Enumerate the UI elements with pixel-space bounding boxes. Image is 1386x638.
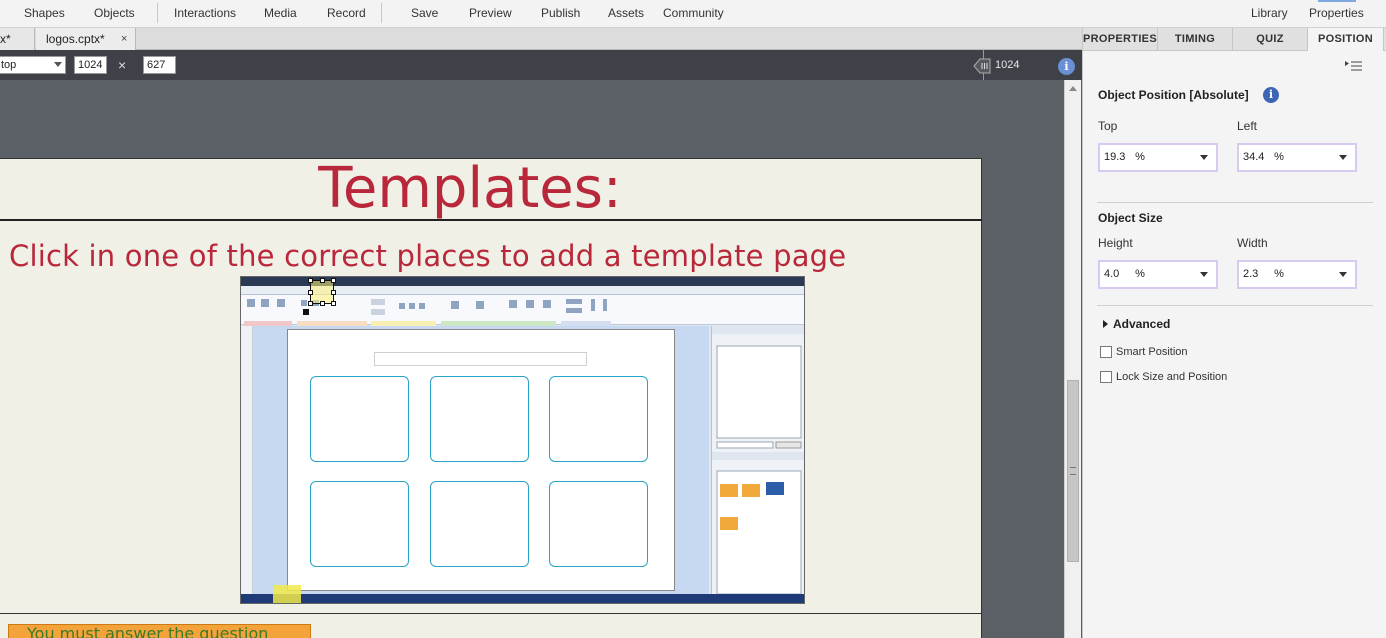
left-value: 34.4 bbox=[1243, 151, 1265, 163]
embedded-screenshot-image[interactable] bbox=[240, 276, 805, 604]
toolbar-divider bbox=[381, 3, 382, 23]
panel-menu-icon[interactable] bbox=[1345, 60, 1363, 72]
screenshot-statusbar bbox=[241, 594, 804, 603]
smart-position-label: Smart Position bbox=[1116, 346, 1188, 358]
smart-position-checkbox[interactable] bbox=[1100, 346, 1112, 358]
scroll-up-icon[interactable] bbox=[1069, 86, 1077, 91]
screenshot-page bbox=[287, 329, 675, 591]
object-position-title: Object Position [Absolute] bbox=[1098, 88, 1249, 102]
left-field[interactable]: 34.4 % bbox=[1237, 143, 1357, 172]
screenshot-grid-cell bbox=[310, 481, 409, 567]
expand-triangle-icon[interactable] bbox=[1103, 320, 1108, 328]
top-field[interactable]: 19.3 % bbox=[1098, 143, 1218, 172]
object-size-title: Object Size bbox=[1098, 211, 1163, 225]
toolbar-community[interactable]: Community bbox=[663, 6, 724, 20]
stage-options-bar: top 1024 × 627 1024 i bbox=[0, 50, 1082, 80]
screenshot-grid-cell bbox=[430, 481, 529, 567]
ruler-handle-icon[interactable] bbox=[972, 58, 992, 74]
width-unit: % bbox=[1274, 268, 1284, 280]
chevron-down-icon bbox=[54, 62, 62, 67]
slide-divider bbox=[0, 219, 982, 221]
width-value: 2.3 bbox=[1243, 268, 1259, 280]
screenshot-grid-cell bbox=[549, 481, 648, 567]
slide-title[interactable]: Templates: bbox=[0, 159, 940, 219]
top-unit: % bbox=[1135, 151, 1145, 163]
device-select-value: top bbox=[1, 59, 17, 71]
toolbar-preview[interactable]: Preview bbox=[469, 6, 512, 20]
stage-canvas: Templates: Click in one of the correct p… bbox=[0, 80, 1064, 638]
chevron-down-icon[interactable] bbox=[1200, 272, 1208, 277]
toolbar-save[interactable]: Save bbox=[411, 6, 438, 20]
top-label: Top bbox=[1098, 119, 1118, 133]
document-tab-label: x* bbox=[0, 32, 11, 46]
document-tab-label: logos.cptx* bbox=[46, 32, 105, 46]
chevron-down-icon[interactable] bbox=[1200, 155, 1208, 160]
grip-icon bbox=[1070, 467, 1076, 475]
toolbar-media[interactable]: Media bbox=[264, 6, 297, 20]
screenshot-side-panel bbox=[711, 326, 804, 595]
section-divider bbox=[1097, 305, 1373, 306]
times-icon: × bbox=[118, 57, 127, 73]
stage-width-input[interactable]: 1024 bbox=[74, 56, 107, 74]
toolbar-assets[interactable]: Assets bbox=[608, 6, 644, 20]
left-unit: % bbox=[1274, 151, 1284, 163]
properties-active-indicator bbox=[1318, 0, 1356, 2]
toolbar-divider bbox=[157, 3, 158, 23]
toolbar-properties[interactable]: Properties bbox=[1309, 6, 1364, 20]
screenshot-left-tools bbox=[241, 326, 253, 594]
screenshot-header-box bbox=[374, 352, 587, 366]
tab-properties[interactable]: PROPERTIES bbox=[1083, 28, 1158, 51]
screenshot-highlight bbox=[273, 585, 301, 603]
toolbar-record[interactable]: Record bbox=[327, 6, 366, 20]
toolbar-library[interactable]: Library bbox=[1251, 6, 1288, 20]
failure-caption[interactable]: You must answer the question bbox=[8, 624, 311, 638]
left-label: Left bbox=[1237, 119, 1258, 133]
height-value: 4.0 bbox=[1104, 268, 1120, 280]
tab-position[interactable]: POSITION bbox=[1308, 28, 1384, 51]
toolbar-publish[interactable]: Publish bbox=[541, 6, 580, 20]
advanced-toggle[interactable]: Advanced bbox=[1113, 317, 1170, 331]
slide: Templates: Click in one of the correct p… bbox=[0, 158, 982, 638]
panel-tab-bar: PROPERTIES TIMING QUIZ POSITION bbox=[1083, 28, 1386, 51]
slide-divider-bottom bbox=[0, 613, 982, 614]
tab-quiz[interactable]: QUIZ bbox=[1233, 28, 1308, 51]
stage-vertical-scrollbar[interactable] bbox=[1064, 80, 1081, 638]
ruler-value: 1024 bbox=[995, 59, 1020, 71]
height-unit: % bbox=[1135, 268, 1145, 280]
document-tab[interactable]: x* bbox=[0, 28, 35, 50]
stage-height-input[interactable]: 627 bbox=[143, 56, 176, 74]
scrollbar-thumb[interactable] bbox=[1067, 380, 1079, 562]
document-tab-bar: x* logos.cptx* × bbox=[0, 28, 1082, 50]
screenshot-grid-cell bbox=[549, 376, 648, 462]
screenshot-selected-object bbox=[308, 278, 336, 306]
chevron-down-icon[interactable] bbox=[1339, 155, 1347, 160]
document-tab-logos[interactable]: logos.cptx* × bbox=[36, 28, 136, 50]
info-icon[interactable]: i bbox=[1263, 87, 1279, 103]
main-toolbar: Shapes Objects Interactions Media Record… bbox=[0, 0, 1386, 28]
device-select[interactable]: top bbox=[0, 56, 66, 74]
width-label: Width bbox=[1237, 236, 1268, 250]
screenshot-grid-cell bbox=[430, 376, 529, 462]
toolbar-objects[interactable]: Objects bbox=[94, 6, 135, 20]
toolbar-interactions[interactable]: Interactions bbox=[174, 6, 236, 20]
lock-size-position-label: Lock Size and Position bbox=[1116, 371, 1228, 383]
tab-timing[interactable]: TIMING bbox=[1158, 28, 1233, 51]
height-field[interactable]: 4.0 % bbox=[1098, 260, 1218, 289]
close-icon[interactable]: × bbox=[121, 28, 127, 50]
slide-subtitle[interactable]: Click in one of the correct places to ad… bbox=[9, 239, 846, 273]
width-field[interactable]: 2.3 % bbox=[1237, 260, 1357, 289]
height-label: Height bbox=[1098, 236, 1133, 250]
properties-panel: PROPERTIES TIMING QUIZ POSITION Object P… bbox=[1082, 28, 1386, 638]
screenshot-grid-cell bbox=[310, 376, 409, 462]
info-icon[interactable]: i bbox=[1058, 58, 1075, 75]
top-value: 19.3 bbox=[1104, 151, 1126, 163]
chevron-down-icon[interactable] bbox=[1339, 272, 1347, 277]
section-divider bbox=[1097, 202, 1373, 203]
toolbar-shapes[interactable]: Shapes bbox=[24, 6, 65, 20]
lock-size-position-checkbox[interactable] bbox=[1100, 371, 1112, 383]
